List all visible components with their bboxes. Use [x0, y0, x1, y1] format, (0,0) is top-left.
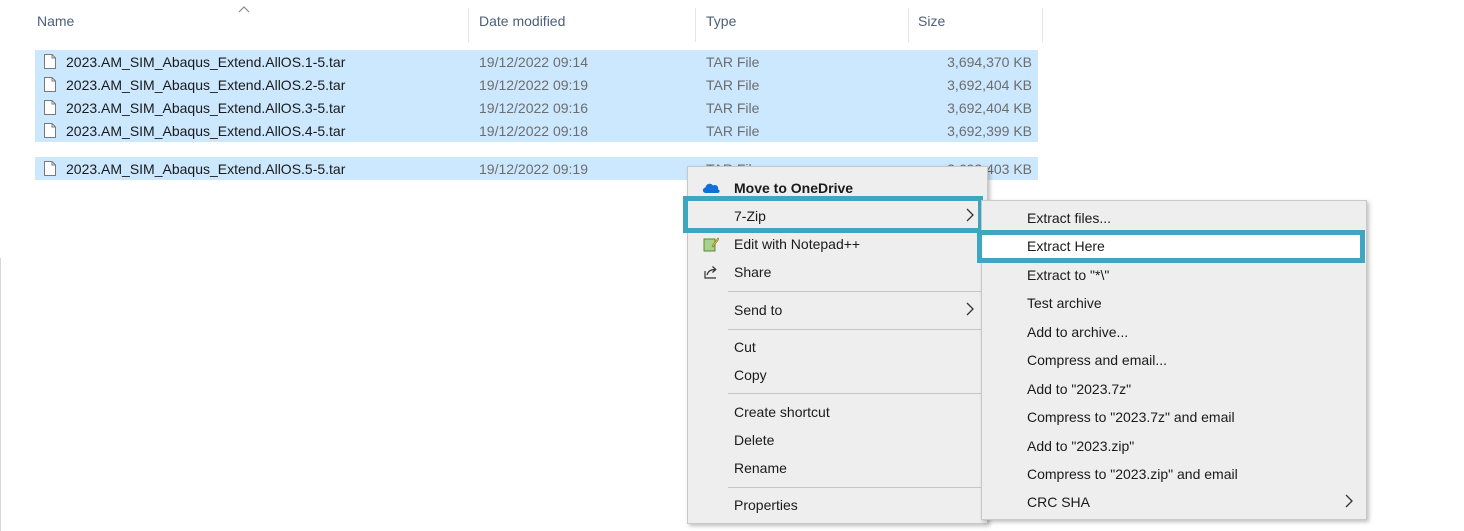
file-size: 3,694,370 KB: [947, 54, 1032, 70]
submenu-item-label: Compress and email...: [1027, 352, 1168, 368]
menu-item-7zip[interactable]: 7-Zip: [688, 202, 987, 230]
submenu-item-compress-and-email[interactable]: Compress and email...: [982, 346, 1366, 374]
file-row[interactable]: 2023.AM_SIM_Abaqus_Extend.AllOS.3-5.tar …: [35, 96, 1038, 119]
file-date: 19/12/2022 09:19: [479, 77, 588, 93]
file-name: 2023.AM_SIM_Abaqus_Extend.AllOS.3-5.tar: [66, 100, 346, 116]
notepad-plus-plus-icon: [701, 235, 721, 253]
menu-separator: [728, 393, 981, 394]
menu-item-label: Cut: [734, 339, 756, 355]
submenu-item-label: Add to archive...: [1027, 324, 1129, 340]
submenu-item-crc-sha[interactable]: CRC SHA: [982, 488, 1366, 516]
column-header-type[interactable]: Type: [706, 0, 736, 42]
file-icon: [44, 77, 56, 92]
menu-separator: [728, 291, 981, 292]
column-divider[interactable]: [695, 8, 696, 42]
menu-item-move-to-onedrive[interactable]: Move to OneDrive: [688, 174, 987, 202]
chevron-right-icon: [966, 302, 974, 316]
submenu-item-label: Compress to "2023.7z" and email: [1027, 409, 1235, 425]
submenu-item-extract-here[interactable]: Extract Here: [982, 232, 1366, 260]
menu-item-label: Rename: [734, 460, 787, 476]
column-divider[interactable]: [1042, 8, 1043, 42]
menu-item-delete[interactable]: Delete: [688, 426, 987, 454]
submenu-item-compress-7z-email[interactable]: Compress to "2023.7z" and email: [982, 403, 1366, 431]
menu-item-label: Properties: [734, 497, 798, 513]
file-date: 19/12/2022 09:14: [479, 54, 588, 70]
submenu-item-compress-zip-email[interactable]: Compress to "2023.zip" and email: [982, 460, 1366, 488]
sort-ascending-icon: [238, 2, 250, 16]
menu-item-label: Send to: [734, 302, 783, 318]
column-header-size[interactable]: Size: [918, 0, 945, 42]
column-header-type-label: Type: [706, 13, 737, 29]
submenu-item-label: Compress to "2023.zip" and email: [1027, 466, 1238, 482]
chevron-right-icon: [1345, 494, 1353, 508]
menu-item-cut[interactable]: Cut: [688, 333, 987, 361]
submenu-item-add-to-zip[interactable]: Add to "2023.zip": [982, 432, 1366, 460]
submenu-item-label: Add to "2023.zip": [1027, 438, 1135, 454]
file-row[interactable]: 2023.AM_SIM_Abaqus_Extend.AllOS.4-5.tar …: [35, 119, 1038, 142]
submenu-item-label: Test archive: [1027, 295, 1102, 311]
file-date: 19/12/2022 09:16: [479, 100, 588, 116]
menu-item-create-shortcut[interactable]: Create shortcut: [688, 398, 987, 426]
file-icon: [44, 161, 56, 176]
submenu-item-label: Add to "2023.7z": [1027, 381, 1132, 397]
file-row[interactable]: 2023.AM_SIM_Abaqus_Extend.AllOS.1-5.tar …: [35, 50, 1038, 73]
submenu-item-label: Extract files...: [1027, 210, 1112, 226]
menu-item-label: Share: [734, 264, 772, 280]
chevron-right-icon: [966, 208, 974, 222]
file-type: TAR File: [706, 123, 760, 139]
file-name: 2023.AM_SIM_Abaqus_Extend.AllOS.1-5.tar: [66, 54, 346, 70]
column-header-size-label: Size: [918, 13, 946, 29]
submenu-item-extract-files[interactable]: Extract files...: [982, 204, 1366, 232]
submenu-item-extract-to[interactable]: Extract to "*\": [982, 261, 1366, 289]
file-name: 2023.AM_SIM_Abaqus_Extend.AllOS.4-5.tar: [66, 123, 346, 139]
menu-item-copy[interactable]: Copy: [688, 361, 987, 389]
menu-item-label: Edit with Notepad++: [734, 236, 861, 252]
column-header-name[interactable]: Name: [37, 0, 74, 42]
file-date: 19/12/2022 09:19: [479, 161, 588, 177]
submenu-item-label: Extract to "*\": [1027, 267, 1110, 283]
submenu-item-add-to-7z[interactable]: Add to "2023.7z": [982, 375, 1366, 403]
file-name: 2023.AM_SIM_Abaqus_Extend.AllOS.2-5.tar: [66, 77, 346, 93]
menu-item-label: Create shortcut: [734, 404, 830, 420]
column-divider[interactable]: [908, 8, 909, 42]
column-divider[interactable]: [468, 8, 469, 42]
column-header-date[interactable]: Date modified: [479, 0, 565, 42]
file-row[interactable]: 2023.AM_SIM_Abaqus_Extend.AllOS.2-5.tar …: [35, 73, 1038, 96]
submenu-item-label: Extract Here: [1027, 238, 1105, 254]
menu-item-send-to[interactable]: Send to: [688, 296, 987, 324]
onedrive-icon: [701, 179, 721, 197]
menu-item-rename[interactable]: Rename: [688, 454, 987, 482]
submenu-item-add-to-archive[interactable]: Add to archive...: [982, 318, 1366, 346]
menu-item-label: 7-Zip: [734, 208, 766, 224]
menu-separator: [728, 487, 981, 488]
file-type: TAR File: [706, 54, 760, 70]
file-type: TAR File: [706, 100, 760, 116]
menu-item-share[interactable]: Share: [688, 258, 987, 286]
submenu-item-label: CRC SHA: [1027, 494, 1091, 510]
menu-item-edit-notepad[interactable]: Edit with Notepad++: [688, 230, 987, 258]
navigation-pane-divider[interactable]: [0, 258, 1, 531]
column-header-name-label: Name: [37, 13, 75, 29]
file-type: TAR File: [706, 77, 760, 93]
file-name: 2023.AM_SIM_Abaqus_Extend.AllOS.5-5.tar: [66, 161, 346, 177]
column-header-date-label: Date modified: [479, 13, 566, 29]
file-size: 3,692,399 KB: [947, 123, 1032, 139]
file-date: 19/12/2022 09:18: [479, 123, 588, 139]
file-icon: [44, 123, 56, 138]
file-size: 3,692,404 KB: [947, 77, 1032, 93]
menu-separator: [728, 329, 981, 330]
menu-item-properties[interactable]: Properties: [688, 491, 987, 519]
7zip-submenu: Extract files... Extract Here Extract to…: [981, 200, 1367, 520]
menu-item-label: Delete: [734, 432, 775, 448]
file-icon: [44, 100, 56, 115]
share-icon: [701, 263, 721, 281]
context-menu: Move to OneDrive 7-Zip Edit with Notepad…: [687, 166, 988, 524]
file-size: 3,692,404 KB: [947, 100, 1032, 116]
menu-item-label: Copy: [734, 367, 767, 383]
submenu-item-test-archive[interactable]: Test archive: [982, 289, 1366, 317]
file-icon: [44, 54, 56, 69]
menu-item-label: Move to OneDrive: [734, 180, 854, 196]
